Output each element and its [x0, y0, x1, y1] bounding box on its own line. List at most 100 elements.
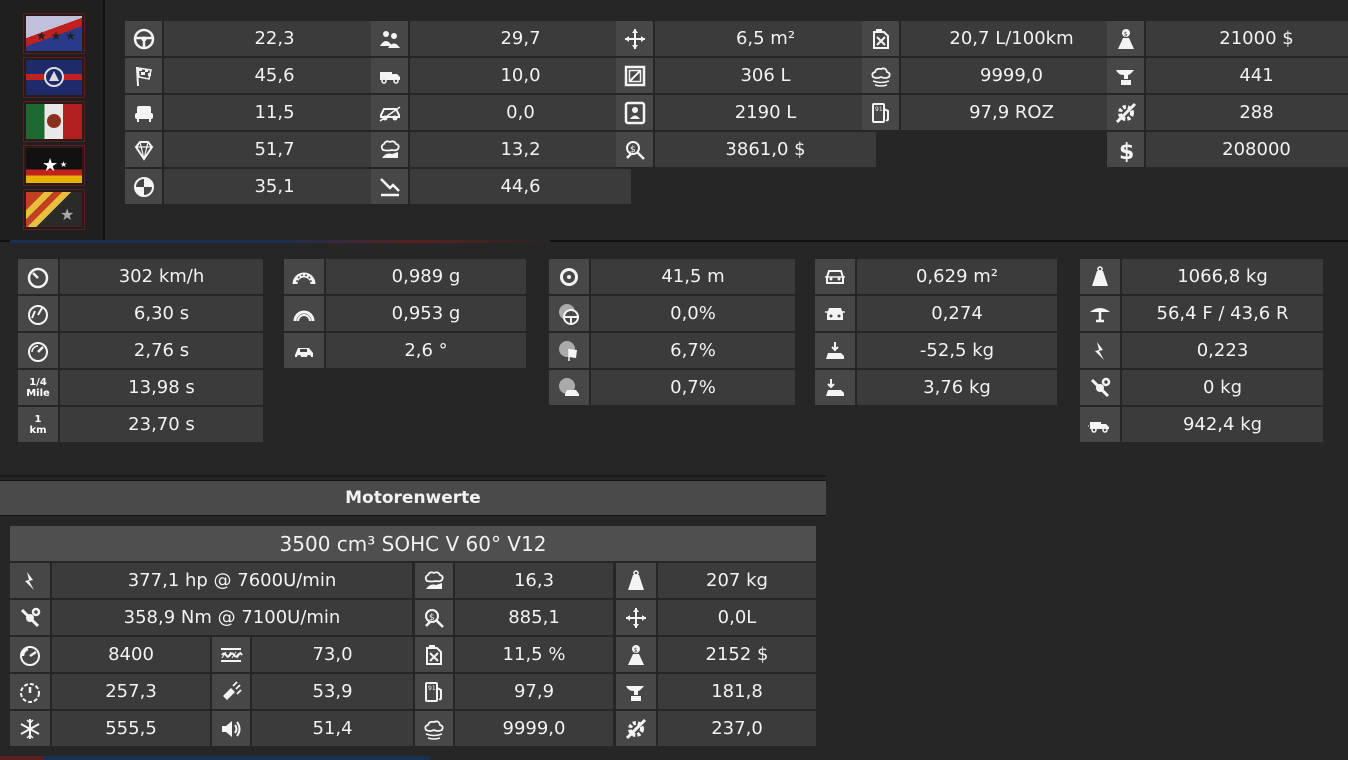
- top-col1-row: 35,1: [125, 169, 385, 204]
- brake-flag-icon: [559, 340, 577, 361]
- stat-icon-cell: [1080, 407, 1120, 442]
- power-icon: [25, 571, 34, 590]
- tire-grip-icon: [292, 272, 316, 284]
- stat-icon-cell: [1107, 58, 1144, 93]
- stat-icon-cell: [862, 58, 899, 93]
- weight-icon: [1092, 265, 1108, 286]
- perf-col4-row: -52,5 kg: [815, 333, 1057, 368]
- stat-icon-cell: [815, 370, 855, 405]
- stat-icon-cell: [212, 711, 250, 746]
- engine-stat-row: 9999,0: [415, 711, 613, 746]
- svg-text:★: ★: [42, 155, 58, 176]
- cargo-box-icon: [624, 65, 645, 86]
- stat-icon-cell: [10, 711, 50, 746]
- stat-value: 288: [1146, 95, 1348, 130]
- top-col5-row: 441: [1107, 58, 1348, 93]
- power-icon: [1095, 341, 1104, 360]
- perf-col2-row: 0,953 g: [284, 296, 526, 331]
- stat-icon-cell: [815, 259, 855, 294]
- speedometer-icon: [27, 267, 49, 288]
- perf-col2-row: 2,6 °: [284, 333, 526, 368]
- stat-icon-cell: [18, 259, 58, 294]
- stat-icon-cell: [616, 711, 656, 746]
- trend-down-icon: [379, 177, 400, 196]
- stat-icon-cell: [125, 21, 162, 56]
- move-arrows-icon: [624, 28, 645, 49]
- stat-icon-cell: [284, 296, 324, 331]
- stat-value: 0 kg: [1122, 370, 1323, 405]
- flag-1[interactable]: ★ ★ ★: [24, 14, 84, 53]
- stat-value: 207 kg: [658, 563, 816, 598]
- stat-value: 0,7%: [591, 370, 795, 405]
- torque-wrench-icon: [1090, 377, 1111, 397]
- stat-value: 942,4 kg: [1122, 407, 1323, 442]
- money-person-icon: $: [628, 644, 644, 665]
- stat-icon-cell: $: [616, 637, 656, 672]
- stat-icon-cell: [1080, 259, 1120, 294]
- stat-icon-cell: [125, 95, 162, 130]
- engine-stat-row: 181,8: [616, 674, 816, 709]
- stat-icon-cell: [1080, 296, 1120, 331]
- svg-text:$: $: [429, 613, 435, 623]
- flag-4[interactable]: ★ ★: [24, 146, 84, 185]
- stat-value: 13,98 s: [60, 370, 263, 405]
- stat-value: 257,3: [52, 674, 210, 709]
- torque-wrench-icon: [20, 607, 41, 627]
- stat-value: 22,3: [164, 21, 385, 56]
- star-icon: ★: [60, 205, 74, 224]
- top-col5-row: $208000: [1107, 132, 1348, 167]
- stat-icon-cell: [10, 600, 50, 635]
- engine-torque-row: 358,9 Nm @ 7100U/min: [10, 600, 412, 635]
- tire-grip-2-icon: [293, 310, 315, 321]
- stat-value: 0,0L: [658, 600, 816, 635]
- engine-stat-row: 91 97,9: [415, 674, 613, 709]
- svg-text:91: 91: [875, 106, 883, 113]
- stat-icon-cell: [815, 296, 855, 331]
- stat-value: 237,0: [658, 711, 816, 746]
- stat-icon-cell: [10, 674, 50, 709]
- rpm-gauge-2-icon: [20, 682, 40, 703]
- stat-icon-cell: [125, 58, 162, 93]
- car-front-icon: [825, 269, 845, 284]
- stat-value: 11,5: [164, 95, 385, 130]
- top-col2-row: 29,7: [371, 21, 631, 56]
- engine-stat-row: 53,9: [212, 674, 413, 709]
- stat-value: 3861,0 $: [655, 132, 876, 167]
- stat-value: 181,8: [658, 674, 816, 709]
- fuel-can-icon: [426, 644, 442, 665]
- stat-value: 2152 $: [658, 637, 816, 672]
- brake-car-icon: [559, 377, 579, 396]
- stat-value: 2,76 s: [60, 333, 263, 368]
- top-col1-row: 11,5: [125, 95, 385, 130]
- weight-icon: [628, 569, 644, 590]
- stat-icon-cell: [616, 563, 656, 598]
- emblem-icon: [26, 67, 82, 87]
- stat-icon-cell: [415, 711, 453, 746]
- stat-value: 73,0: [252, 637, 413, 672]
- anvil-icon: [626, 685, 644, 701]
- stat-value: 23,70 s: [60, 407, 263, 442]
- perf-col1-row: 302 km/h: [18, 259, 263, 294]
- crash-test-icon: [133, 176, 154, 197]
- stat-icon-cell: [284, 333, 324, 368]
- stat-icon-cell: [862, 21, 899, 56]
- brake-disc-icon: [560, 267, 578, 286]
- perf-col1-row: 1/4 Mile 13,98 s: [18, 370, 263, 405]
- stat-icon-cell: [415, 563, 453, 598]
- engine-stat-row: 73,0: [212, 637, 413, 672]
- flag-5[interactable]: ★: [24, 190, 84, 229]
- stat-icon-cell: $: [1107, 21, 1144, 56]
- flag-2[interactable]: [24, 58, 84, 97]
- perf-col3-row: 0,0%: [549, 296, 795, 331]
- stat-icon-cell: [1080, 370, 1120, 405]
- top-col3-row: 6,5 m²: [616, 21, 876, 56]
- emissions-cloud-icon: [424, 720, 444, 740]
- engine-stat-row: 0,0L: [616, 600, 816, 635]
- stat-value: 3,76 kg: [857, 370, 1057, 405]
- perf-col5-row: 56,4 F / 43,6 R: [1080, 296, 1323, 331]
- flag-3[interactable]: [24, 102, 84, 141]
- top-col5-row: $21000 $: [1107, 21, 1348, 56]
- stat-value: 97,9: [455, 674, 613, 709]
- top-col5-row: 288: [1107, 95, 1348, 130]
- stat-value: 555,5: [52, 711, 210, 746]
